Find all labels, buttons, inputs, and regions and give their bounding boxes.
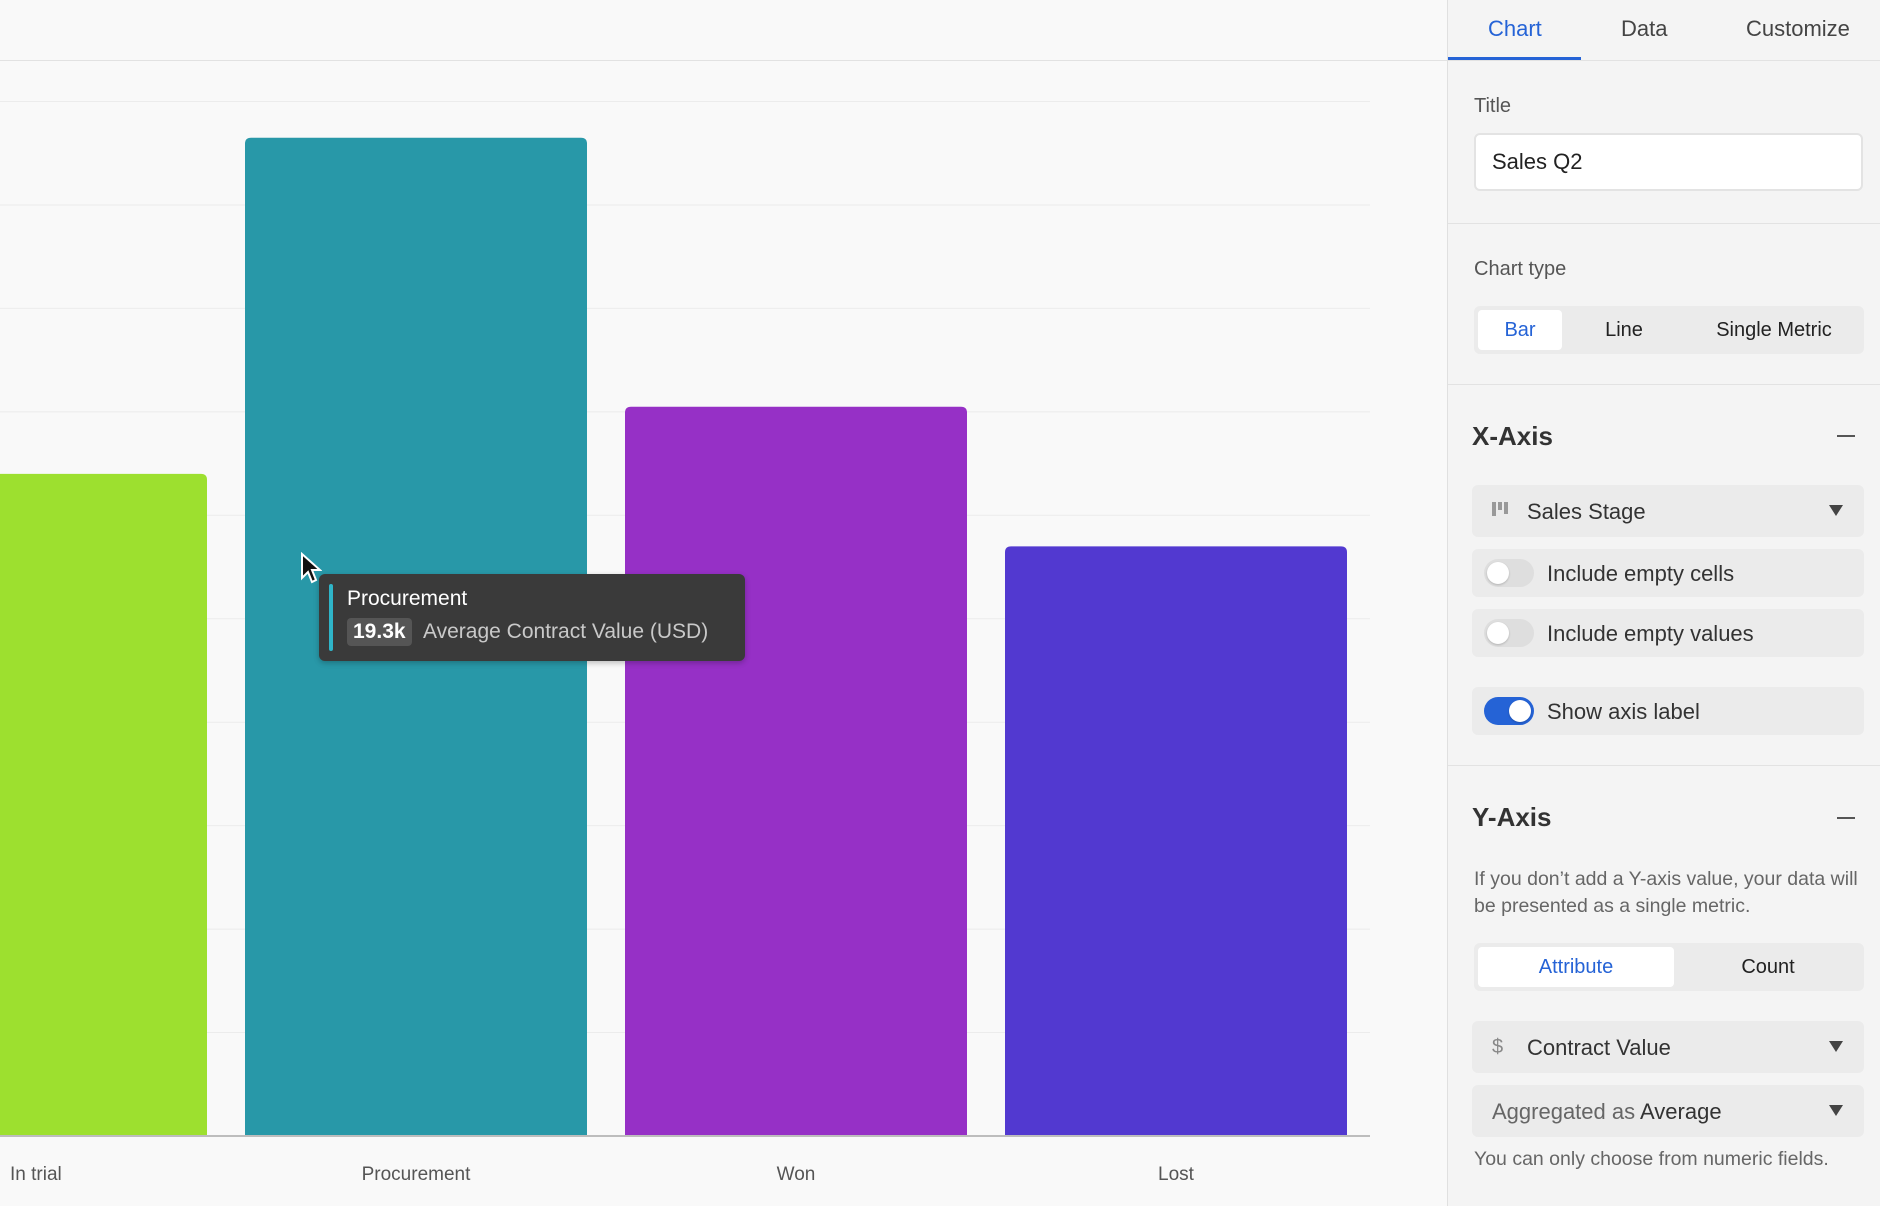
x-axis-field-value: Sales Stage [1527, 499, 1646, 524]
y-axis-mode-selector: Attribute Count [1474, 943, 1864, 991]
divider [1448, 223, 1880, 224]
include-empty-values-label: Include empty values [1547, 621, 1754, 646]
tooltip-value: 19.3k [347, 618, 412, 646]
chart-type-label: Chart type [1474, 258, 1567, 280]
chevron-down-icon [1829, 1041, 1843, 1052]
include-empty-cells-toggle[interactable] [1484, 559, 1534, 587]
include-empty-cells-row[interactable]: Include empty cells [1472, 549, 1864, 597]
numeric-fields-note: You can only choose from numeric fields. [1474, 1148, 1829, 1170]
y-axis-field-value: Contract Value [1527, 1035, 1671, 1060]
toggle-knob [1487, 562, 1509, 584]
tab-chart[interactable]: Chart [1488, 16, 1542, 42]
tooltip-title: Procurement [347, 587, 468, 610]
y-axis-field-select[interactable]: $ Contract Value [1472, 1021, 1864, 1073]
aggregation-method: Average [1640, 1099, 1722, 1124]
toggle-knob [1509, 700, 1531, 722]
y-axis-heading: Y-Axis [1472, 802, 1552, 832]
x-axis-collapse-icon[interactable] [1837, 435, 1855, 437]
chart-tooltip: Procurement 19.3k Average Contract Value… [319, 574, 745, 661]
bar-in-trial[interactable] [0, 473, 207, 1136]
x-tick-label: Lost [1158, 1164, 1195, 1185]
x-tick-label: In trial [10, 1164, 62, 1185]
bar-won[interactable] [625, 406, 967, 1136]
show-axis-label-row[interactable]: Show axis label [1472, 687, 1864, 735]
active-tab-indicator [1448, 57, 1581, 60]
bar-lost[interactable] [1005, 546, 1347, 1136]
chart-area: In trial Procurement Won Lost Procurement 1… [0, 0, 1447, 1206]
tooltip-label: Average Contract Value (USD) [423, 620, 709, 643]
tab-customize[interactable]: Customize [1746, 16, 1850, 42]
chevron-down-icon [1829, 1105, 1843, 1116]
aggregation-value: Aggregated as Average [1492, 1099, 1722, 1125]
mouse-cursor-icon [301, 552, 322, 584]
y-axis-collapse-icon[interactable] [1837, 817, 1855, 819]
y-axis-help-text: If you don’t add a Y-axis value, your da… [1474, 868, 1858, 917]
chart-type-line[interactable]: Line [1564, 310, 1684, 350]
x-axis-heading: X-Axis [1472, 421, 1553, 451]
title-label: Title [1474, 95, 1512, 117]
include-empty-cells-label: Include empty cells [1547, 561, 1735, 586]
chart-type-single-metric[interactable]: Single Metric [1690, 310, 1858, 350]
show-axis-label-label: Show axis label [1547, 699, 1700, 724]
chart-type-bar[interactable]: Bar [1478, 310, 1562, 350]
chart-settings-sidebar: Chart Data Customize Title Chart type Ba… [1447, 0, 1880, 1206]
x-tick-label: Won [777, 1164, 816, 1185]
aggregation-select[interactable]: Aggregated as Average [1472, 1085, 1864, 1137]
dollar-icon: $ [1492, 1036, 1504, 1058]
include-empty-values-toggle[interactable] [1484, 619, 1534, 647]
y-axis-mode-attribute[interactable]: Attribute [1478, 947, 1674, 987]
divider [1448, 765, 1880, 766]
title-input[interactable] [1474, 133, 1863, 191]
y-axis-mode-count[interactable]: Count [1676, 947, 1860, 987]
bar-chart-icon [1492, 500, 1508, 524]
chart-type-selector: Bar Line Single Metric [1474, 306, 1864, 354]
chevron-down-icon [1829, 505, 1843, 516]
tooltip-accent [329, 584, 333, 651]
include-empty-values-row[interactable]: Include empty values [1472, 609, 1864, 657]
divider [1448, 384, 1880, 385]
aggregation-prefix: Aggregated as [1492, 1099, 1636, 1124]
x-axis-field-select[interactable]: Sales Stage [1472, 485, 1864, 537]
show-axis-label-toggle[interactable] [1484, 697, 1534, 725]
sidebar-tabs: Chart Data Customize [1448, 0, 1880, 61]
toggle-knob [1487, 622, 1509, 644]
tab-data[interactable]: Data [1621, 16, 1667, 42]
x-tick-label: Procurement [362, 1164, 471, 1185]
